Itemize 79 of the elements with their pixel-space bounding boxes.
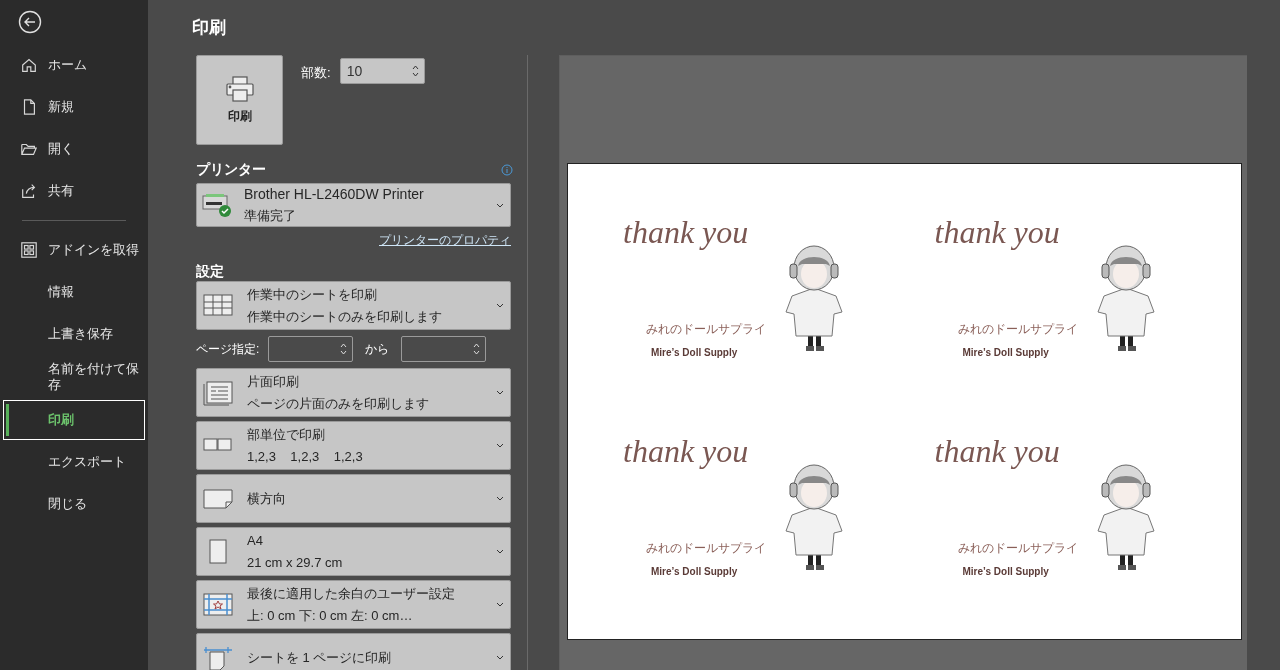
chevron-icon — [496, 496, 504, 501]
share-icon — [20, 182, 38, 200]
option-title: 最後に適用した余白のユーザー設定 — [247, 584, 456, 603]
home-icon — [20, 56, 38, 74]
copies-label: 部数: — [301, 64, 331, 82]
chevron-icon — [496, 443, 504, 448]
settings-dropdown[interactable]: A4 21 cm x 29.7 cm — [196, 527, 511, 576]
option-title: A4 — [247, 531, 264, 550]
shop-name-english: Mire’s Doll Supply — [651, 564, 738, 579]
shop-name: みれのドールサプライ — [957, 321, 1078, 338]
settings-dropdown[interactable]: シートを 1 ページに印刷 — [196, 633, 511, 670]
chevron-icon — [496, 655, 504, 660]
settings-dropdown[interactable]: 横方向 — [196, 474, 511, 523]
page-number-field[interactable] — [401, 336, 486, 362]
back-button[interactable] — [18, 10, 42, 34]
sidebar-item[interactable]: エクスポート — [3, 442, 145, 482]
page-lines-icon — [202, 379, 234, 406]
fit-page-icon — [202, 644, 234, 670]
sidebar-item[interactable]: 印刷 — [3, 400, 145, 440]
shop-name-english: Mire’s Doll Supply — [962, 346, 1049, 360]
settings-dropdown[interactable]: 作業中のシートを印刷 作業中のシートのみを印刷します — [196, 281, 511, 330]
chevron-icon — [496, 303, 504, 308]
option-subtitle: ページの片面のみを印刷します — [247, 394, 430, 413]
greeting-text: thank you — [623, 431, 749, 471]
sidebar-item[interactable]: アドインを取得 — [3, 230, 145, 270]
shop-name-english: Mire’s Doll Supply — [962, 564, 1049, 579]
chevron-icon — [496, 202, 504, 208]
option-subtitle: 21 cm x 29.7 cm — [247, 553, 344, 572]
chevron-icon — [496, 602, 504, 607]
sidebar-item[interactable]: 新規 — [3, 87, 145, 127]
printer-properties-link[interactable]: プリンターのプロパティ — [379, 231, 511, 249]
option-title: シートを 1 ページに印刷 — [247, 648, 393, 667]
option-title: 片面印刷 — [247, 372, 300, 391]
printer-status: 準備完了 — [244, 207, 297, 225]
sidebar-item[interactable]: 開く — [3, 129, 145, 169]
print-button[interactable]: 印刷 — [196, 55, 283, 145]
to-label: から — [365, 341, 389, 358]
sidebar-item[interactable]: 情報 — [3, 272, 145, 312]
spinner-icon — [340, 342, 347, 356]
page-range-label: ページ指定: — [196, 341, 261, 358]
grid-icon — [202, 292, 234, 319]
page-number-field[interactable] — [268, 336, 353, 362]
back-icon — [18, 10, 42, 34]
chevron-icon — [496, 549, 504, 554]
spinner-icon — [473, 342, 480, 356]
option-subtitle: 作業中のシートのみを印刷します — [247, 307, 443, 326]
option-title: 部単位で印刷 — [247, 425, 326, 444]
sidebar-item[interactable]: 共有 — [3, 171, 145, 211]
page-title: 印刷 — [192, 18, 226, 37]
sidebar-item[interactable]: 上書き保存 — [3, 314, 145, 354]
shop-name-english: Mire’s Doll Supply — [651, 346, 738, 360]
section-heading: プリンター — [196, 160, 266, 179]
printer-icon — [224, 75, 255, 103]
section-heading: 設定 — [196, 263, 224, 279]
printer-name: Brother HL-L2460DW Printer — [244, 185, 425, 204]
sidebar-item[interactable]: 閉じる — [3, 484, 145, 524]
chevron-icon — [496, 390, 504, 395]
option-subtitle: 1,2,3 1,2,3 1,2,3 — [247, 447, 364, 466]
option-title: 横方向 — [247, 489, 287, 508]
greeting-text: thank you — [623, 213, 749, 252]
sidebar-item[interactable]: 名前を付けて保存 — [3, 356, 145, 398]
copies-field[interactable]: 10 — [339, 58, 425, 84]
settings-dropdown[interactable]: 片面印刷 ページの片面のみを印刷します — [196, 368, 511, 417]
option-subtitle: 上: 0 cm 下: 0 cm 左: 0 cm… — [247, 606, 414, 625]
shop-name: みれのドールサプライ — [646, 321, 766, 338]
shop-name: みれのドールサプライ — [957, 539, 1078, 557]
printer-status-icon — [202, 192, 232, 218]
grid-icon — [20, 241, 38, 259]
settings-dropdown[interactable]: 最後に適用した余白のユーザー設定 上: 0 cm 下: 0 cm 左: 0 cm… — [196, 580, 511, 629]
margins-icon — [202, 591, 234, 618]
option-title: 作業中のシートを印刷 — [247, 285, 378, 304]
info-icon[interactable] — [501, 163, 513, 176]
settings-dropdown[interactable]: 部単位で印刷 1,2,3 1,2,3 1,2,3 — [196, 421, 511, 470]
spinner-icon — [411, 64, 419, 78]
printer-dropdown[interactable]: Brother HL-L2460DW Printer 準備完了 — [196, 183, 511, 227]
sidebar-item[interactable]: ホーム — [3, 45, 145, 85]
greeting-text: thank you — [934, 431, 1060, 471]
greeting-text: thank you — [934, 213, 1060, 252]
shop-name: みれのドールサプライ — [646, 539, 766, 557]
